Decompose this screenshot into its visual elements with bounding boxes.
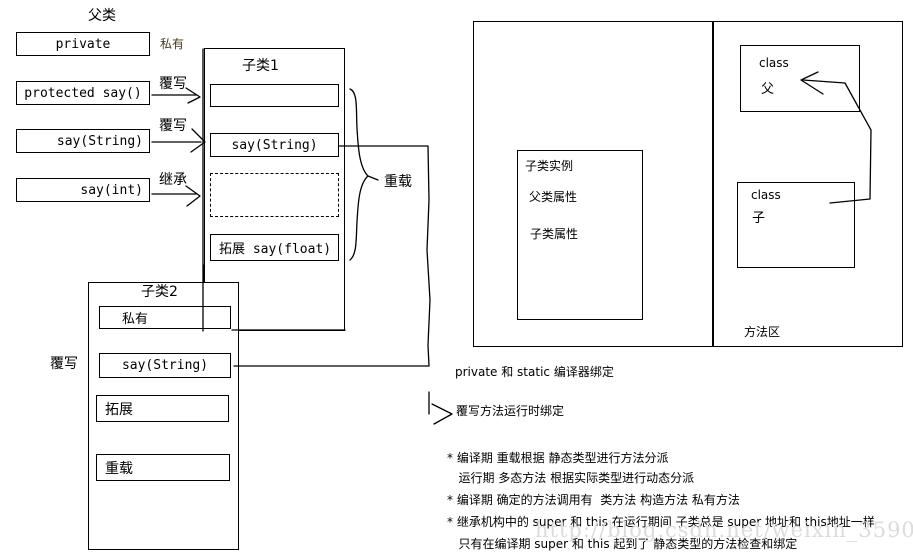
- child2-override-label: 覆写: [50, 356, 78, 372]
- method-area-caption: 方法区: [744, 325, 781, 339]
- overload-brace: [349, 88, 369, 261]
- child2-slot-overload[interactable]: 重载: [96, 454, 230, 481]
- arrow-override-1-head: [185, 87, 201, 104]
- child1-slot-empty[interactable]: [210, 84, 339, 107]
- instance-line-2: 子类属性: [530, 227, 579, 241]
- diagram-canvas: 父类 private 私有 protected say() say(String…: [0, 0, 913, 556]
- relation-label-override-1: 覆写: [159, 76, 187, 92]
- note-line-2: * 编译期 确定的方法调用有 类方法 构造方法 私有方法: [447, 493, 740, 507]
- arrow-dynamic-binding-head: [431, 403, 453, 425]
- parent-class-title: 父类: [88, 8, 116, 24]
- overload-brace-tip: [367, 175, 379, 181]
- class-parent-keyword: class: [759, 56, 789, 70]
- child2-slot-say-string[interactable]: say(String): [99, 353, 231, 378]
- relation-label-override-2: 覆写: [159, 118, 187, 134]
- instance-line-0: 子类实例: [525, 159, 574, 173]
- watermark: http://blog.csdn.net/weixin_35908652: [535, 518, 913, 542]
- child2-slot-extend[interactable]: 拓展: [96, 395, 229, 422]
- class-parent-box: [740, 45, 860, 112]
- class-child-keyword: class: [751, 188, 781, 202]
- note-line-1: 运行期 多态方法 根据实际类型进行动态分派: [447, 471, 695, 485]
- child1-overload-brace-label: 重载: [384, 174, 412, 190]
- annotation-dynamic-binding: 覆写方法运行时绑定: [456, 404, 565, 418]
- arrow-override-2-head: [190, 128, 206, 153]
- note-line-0: * 编译期 重载根据 静态类型进行方法分派: [447, 451, 669, 465]
- annotation-static-binding: private 和 static 编译器绑定: [455, 365, 614, 379]
- parent-member-private[interactable]: private: [16, 32, 150, 56]
- arrow-inherit-head: [185, 185, 201, 207]
- parent-private-note: 私有: [160, 37, 185, 51]
- relation-label-inherit: 继承: [159, 172, 187, 188]
- instance-line-1: 父类属性: [529, 190, 578, 204]
- child1-title: 子类1: [242, 58, 279, 74]
- child2-slot-private[interactable]: 私有: [99, 306, 231, 329]
- class-child-name: 子: [752, 211, 766, 226]
- parent-member-protected-say[interactable]: protected say(): [16, 81, 150, 105]
- child1-slot-say-string[interactable]: say(String): [210, 133, 339, 157]
- parent-member-say-int[interactable]: say(int): [16, 178, 150, 202]
- class-parent-name: 父: [761, 82, 775, 97]
- child1-slot-extend-say-float[interactable]: 拓展 say(float): [210, 234, 339, 261]
- child2-title: 子类2: [141, 284, 178, 300]
- child1-slot-inherited-dashed[interactable]: [210, 173, 339, 217]
- parent-member-say-string[interactable]: say(String): [16, 129, 150, 153]
